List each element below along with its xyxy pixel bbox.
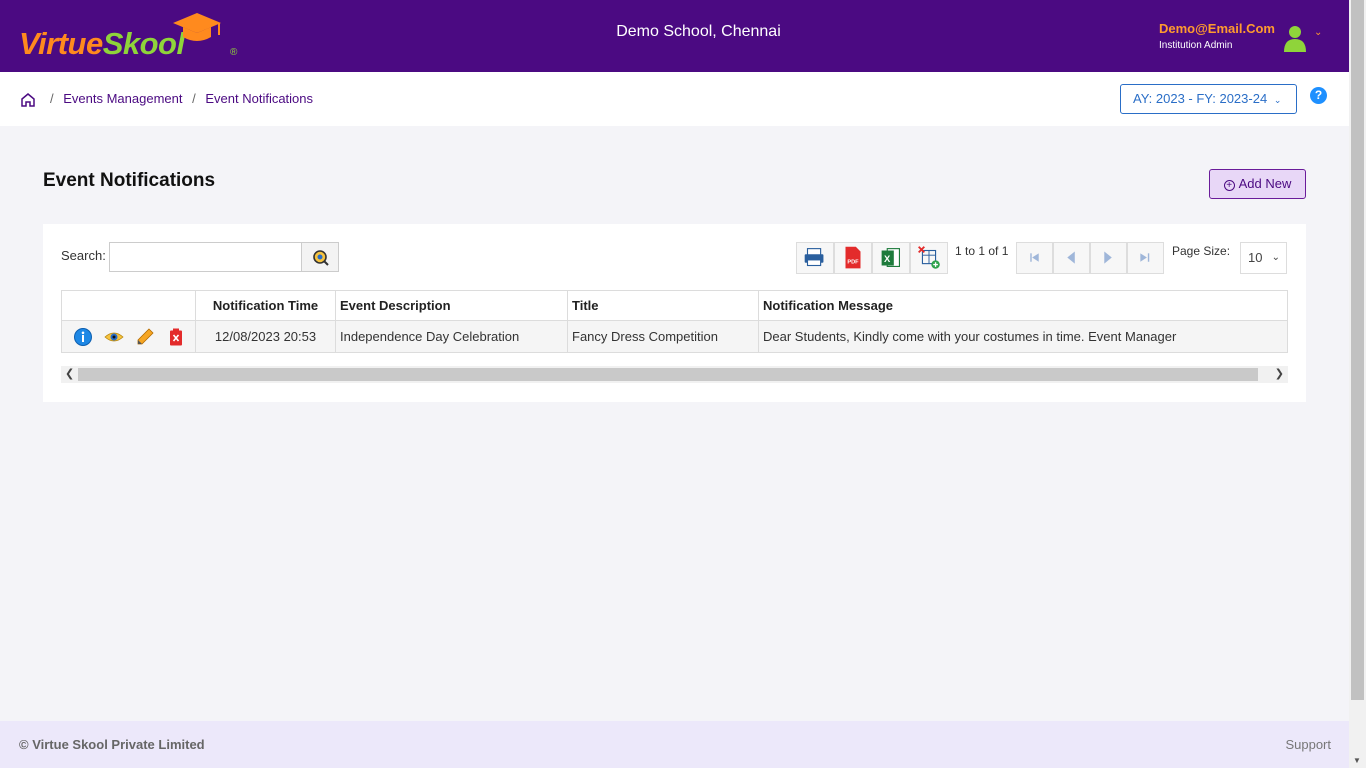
notifications-card: Search: PDF X 1 to 1 of 1 Page Size: 10 … [43,224,1306,402]
breadcrumb-separator: / [192,91,196,106]
scroll-right-arrow-icon[interactable]: ❯ [1275,367,1284,380]
svg-text:X: X [884,254,891,264]
academic-year-label: AY: 2023 - FY: 2023-24 [1133,91,1268,106]
footer: © Virtue Skool Private Limited Support [0,721,1349,768]
user-email[interactable]: Demo@Email.Com [1159,21,1275,36]
chevron-down-icon[interactable]: ⌄ [1314,27,1322,38]
first-page-button[interactable] [1016,242,1053,274]
first-page-icon [1030,253,1039,262]
user-avatar-icon[interactable] [1283,24,1307,52]
last-page-icon [1140,253,1150,262]
excel-export-button[interactable]: X [872,242,910,274]
scroll-down-arrow-icon[interactable]: ▼ [1353,756,1361,765]
footer-copyright: © Virtue Skool Private Limited [19,737,205,752]
top-header: VirtueSkool ® Demo School, Chennai Demo@… [0,0,1349,72]
excel-icon: X [881,248,900,267]
page-size-select[interactable]: 10 ⌄ [1240,242,1287,274]
cell-title: Fancy Dress Competition [567,320,759,353]
vertical-scrollbar-thumb[interactable] [1351,0,1364,700]
next-page-button[interactable] [1090,242,1127,274]
plus-circle-icon: + [1223,180,1235,191]
row-actions [61,320,196,353]
search-label: Search: [61,248,106,263]
cell-notification-time: 12/08/2023 20:53 [195,320,336,353]
svg-text:PDF: PDF [847,260,859,266]
add-new-button[interactable]: + Add New [1209,169,1306,199]
page-title: Event Notifications [43,170,216,191]
help-icon[interactable]: ? [1310,87,1327,104]
column-header-notification-time[interactable]: Notification Time [195,290,336,321]
pager-status: 1 to 1 of 1 [955,244,1009,258]
page-size-value: 10 [1248,250,1263,265]
page-size-label: Page Size: [1172,244,1231,258]
notifications-table: Notification Time Event Description Titl… [61,290,1288,353]
add-new-label: Add New [1238,176,1292,191]
previous-page-button[interactable] [1053,242,1090,274]
table-header-row: Notification Time Event Description Titl… [61,290,1288,321]
breadcrumb-bar: / Events Management / Event Notification… [0,72,1349,126]
search-input[interactable] [109,242,302,272]
user-role: Institution Admin [1159,40,1233,51]
column-header-title[interactable]: Title [567,290,759,321]
previous-page-icon [1067,251,1075,264]
column-header-actions [61,290,196,321]
chevron-down-icon: ⌄ [1271,252,1280,263]
column-chooser-button[interactable] [910,242,948,274]
column-header-event-description[interactable]: Event Description [335,290,568,321]
chevron-down-icon: ⌄ [1273,95,1282,105]
print-button[interactable] [796,242,834,274]
last-page-button[interactable] [1127,242,1164,274]
print-icon [804,248,824,267]
footer-support-link[interactable]: Support [1285,737,1331,752]
cell-notification-message: Dear Students, Kindly come with your cos… [758,320,1288,353]
breadcrumb-separator: / [50,91,54,106]
search-button[interactable] [301,242,339,272]
breadcrumb-events-management[interactable]: Events Management [63,91,182,106]
breadcrumb-event-notifications[interactable]: Event Notifications [205,91,313,106]
home-icon[interactable] [20,92,36,108]
logo-registered-mark: ® [230,47,238,58]
horizontal-scrollbar-thumb[interactable] [78,368,1258,381]
breadcrumb: / Events Management / Event Notification… [44,91,313,106]
academic-year-select[interactable]: AY: 2023 - FY: 2023-24 ⌄ [1120,84,1297,114]
cell-event-description: Independence Day Celebration [335,320,568,353]
pdf-export-button[interactable]: PDF [834,242,872,274]
delete-icon[interactable] [165,326,187,348]
pdf-icon: PDF [845,246,861,269]
horizontal-scrollbar[interactable]: ❮ ❯ [61,366,1288,383]
column-chooser-icon [918,246,940,269]
search-icon [313,250,329,266]
view-icon[interactable] [103,326,125,348]
scroll-left-arrow-icon[interactable]: ❮ [65,367,74,380]
table-row[interactable]: 12/08/2023 20:53 Independence Day Celebr… [61,320,1288,353]
next-page-icon [1104,251,1112,264]
column-header-notification-message[interactable]: Notification Message [758,290,1288,321]
info-icon[interactable] [72,326,94,348]
vertical-scrollbar[interactable]: ▼ [1349,0,1366,768]
edit-icon[interactable] [134,326,156,348]
